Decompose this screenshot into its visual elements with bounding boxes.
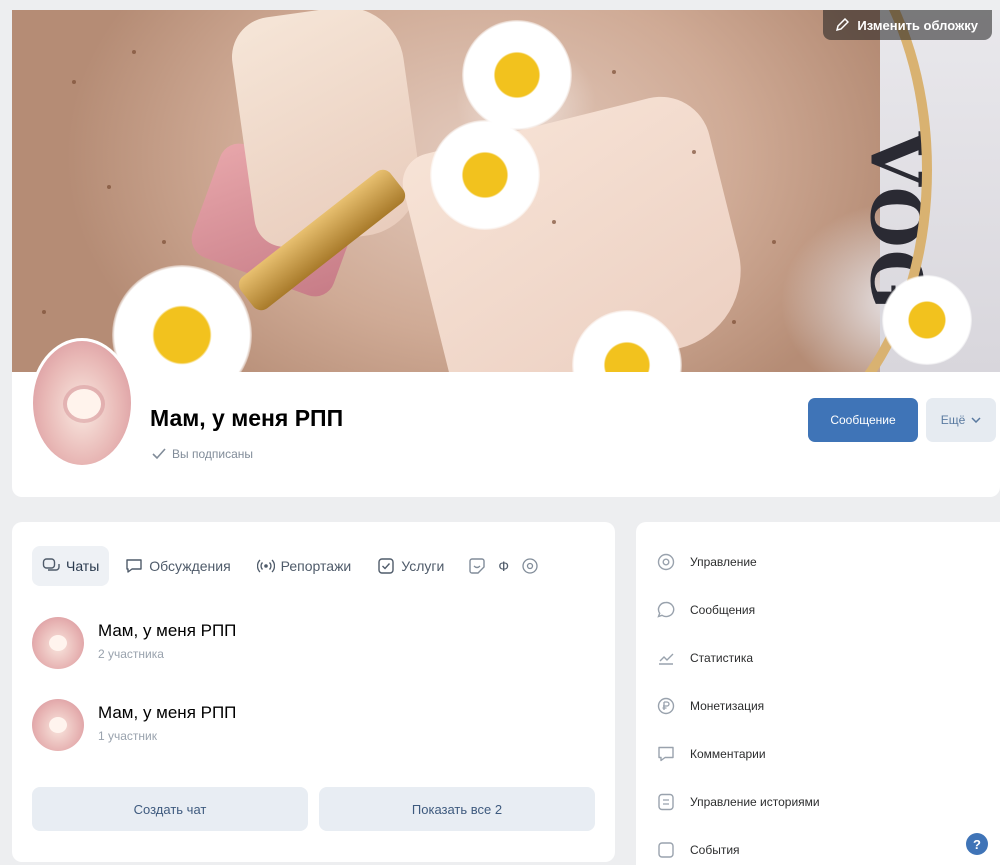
message-button[interactable]: Сообщение <box>808 398 918 442</box>
menu-item-label: События <box>690 843 740 857</box>
menu-item-label: Статистика <box>690 651 754 665</box>
cover-daisy <box>882 275 972 365</box>
menu-item-management[interactable]: Управление <box>656 542 757 582</box>
menu-item-stories[interactable]: Управление историями <box>656 782 820 822</box>
chat-name: Мам, у меня РПП <box>98 703 237 722</box>
tab-discussions-label: Обсуждения <box>149 558 231 574</box>
cover-speck <box>107 185 111 189</box>
tab-services[interactable]: Услуги <box>367 546 454 586</box>
tab-chats-label: Чаты <box>66 558 100 574</box>
cover-daisy <box>462 20 572 130</box>
gear-icon <box>657 553 675 571</box>
cover-speck <box>692 150 696 154</box>
tab-chats[interactable]: Чаты <box>32 546 110 586</box>
menu-item-label: Комментарии <box>690 747 766 761</box>
cover-speck <box>132 50 136 54</box>
events-icon <box>658 842 674 858</box>
cover-speck <box>42 310 46 314</box>
gear-icon[interactable] <box>521 557 539 575</box>
check-icon <box>152 448 166 460</box>
subscription-status-label: Вы подписаны <box>172 447 253 461</box>
list-item[interactable]: Мам, у меня РПП 1 участник <box>32 699 236 751</box>
menu-item-label: Управление <box>690 555 757 569</box>
cover-daisy <box>112 265 252 375</box>
chats-section: Чаты Обсуждения Репортажи Услуги Ф Мам, … <box>12 522 615 862</box>
cover-image: VOG Изменить обложку <box>12 10 1000 375</box>
chat-name: Мам, у меня РПП <box>98 621 237 640</box>
more-button[interactable]: Ещё <box>926 398 996 442</box>
tab-broadcasts[interactable]: Репортажи <box>247 546 362 586</box>
subscription-status[interactable]: Вы подписаны <box>152 447 253 461</box>
menu-item-monetization[interactable]: Монетизация <box>656 686 764 726</box>
show-all-chats-button[interactable]: Показать все 2 <box>319 787 595 831</box>
tab-services-label: Услуги <box>401 558 445 574</box>
menu-item-label: Сообщения <box>690 603 756 617</box>
pencil-icon <box>836 18 850 32</box>
help-badge[interactable]: ? <box>966 833 988 855</box>
menu-item-events[interactable]: События <box>656 830 740 865</box>
create-chat-button[interactable]: Создать чат <box>32 787 308 831</box>
menu-item-statistics[interactable]: Статистика <box>656 638 753 678</box>
tab-discussions[interactable]: Обсуждения <box>115 546 240 586</box>
edit-cover-label: Изменить обложку <box>857 17 978 33</box>
chevron-down-icon <box>971 417 981 423</box>
admin-menu: Управление Сообщения Статистика Монетиза… <box>636 522 1000 865</box>
message-icon <box>657 601 675 618</box>
cover-daisy <box>430 120 540 230</box>
cover-speck <box>162 240 166 244</box>
menu-item-comments[interactable]: Комментарии <box>656 734 766 774</box>
chat-members: 2 участника <box>98 647 164 661</box>
sticker-icon[interactable] <box>468 557 486 575</box>
more-button-label: Ещё <box>940 413 966 427</box>
cover-cake-slice <box>396 86 758 375</box>
tab-extra-letter[interactable]: Ф <box>498 558 509 574</box>
group-avatar[interactable] <box>30 338 134 468</box>
list-item[interactable]: Мам, у меня РПП 2 участника <box>32 617 236 669</box>
menu-item-messages[interactable]: Сообщения <box>656 590 755 630</box>
cover-speck <box>612 70 616 74</box>
cover-speck <box>732 320 736 324</box>
edit-cover-button[interactable]: Изменить обложку <box>823 10 992 40</box>
section-tabs: Чаты Обсуждения Репортажи Услуги Ф <box>32 544 539 588</box>
services-icon <box>378 558 394 574</box>
tab-broadcasts-label: Репортажи <box>280 558 352 574</box>
cover-speck <box>72 80 76 84</box>
comment-icon <box>658 746 674 762</box>
discussion-icon <box>126 559 142 573</box>
page-title: Мам, у меня РПП <box>150 405 344 431</box>
menu-item-label: Управление историями <box>690 795 820 809</box>
chat-avatar <box>32 617 84 669</box>
stats-icon <box>659 653 674 665</box>
cover-speck <box>552 220 556 224</box>
menu-item-label: Монетизация <box>690 699 765 713</box>
chat-members: 1 участник <box>98 729 158 743</box>
chat-avatar <box>32 699 84 751</box>
tab-extra-icons: Ф <box>468 557 539 575</box>
broadcast-icon <box>256 559 275 573</box>
chats-icon <box>42 558 60 571</box>
stories-icon <box>658 793 674 811</box>
money-icon <box>657 697 675 715</box>
cover-speck <box>772 240 776 244</box>
